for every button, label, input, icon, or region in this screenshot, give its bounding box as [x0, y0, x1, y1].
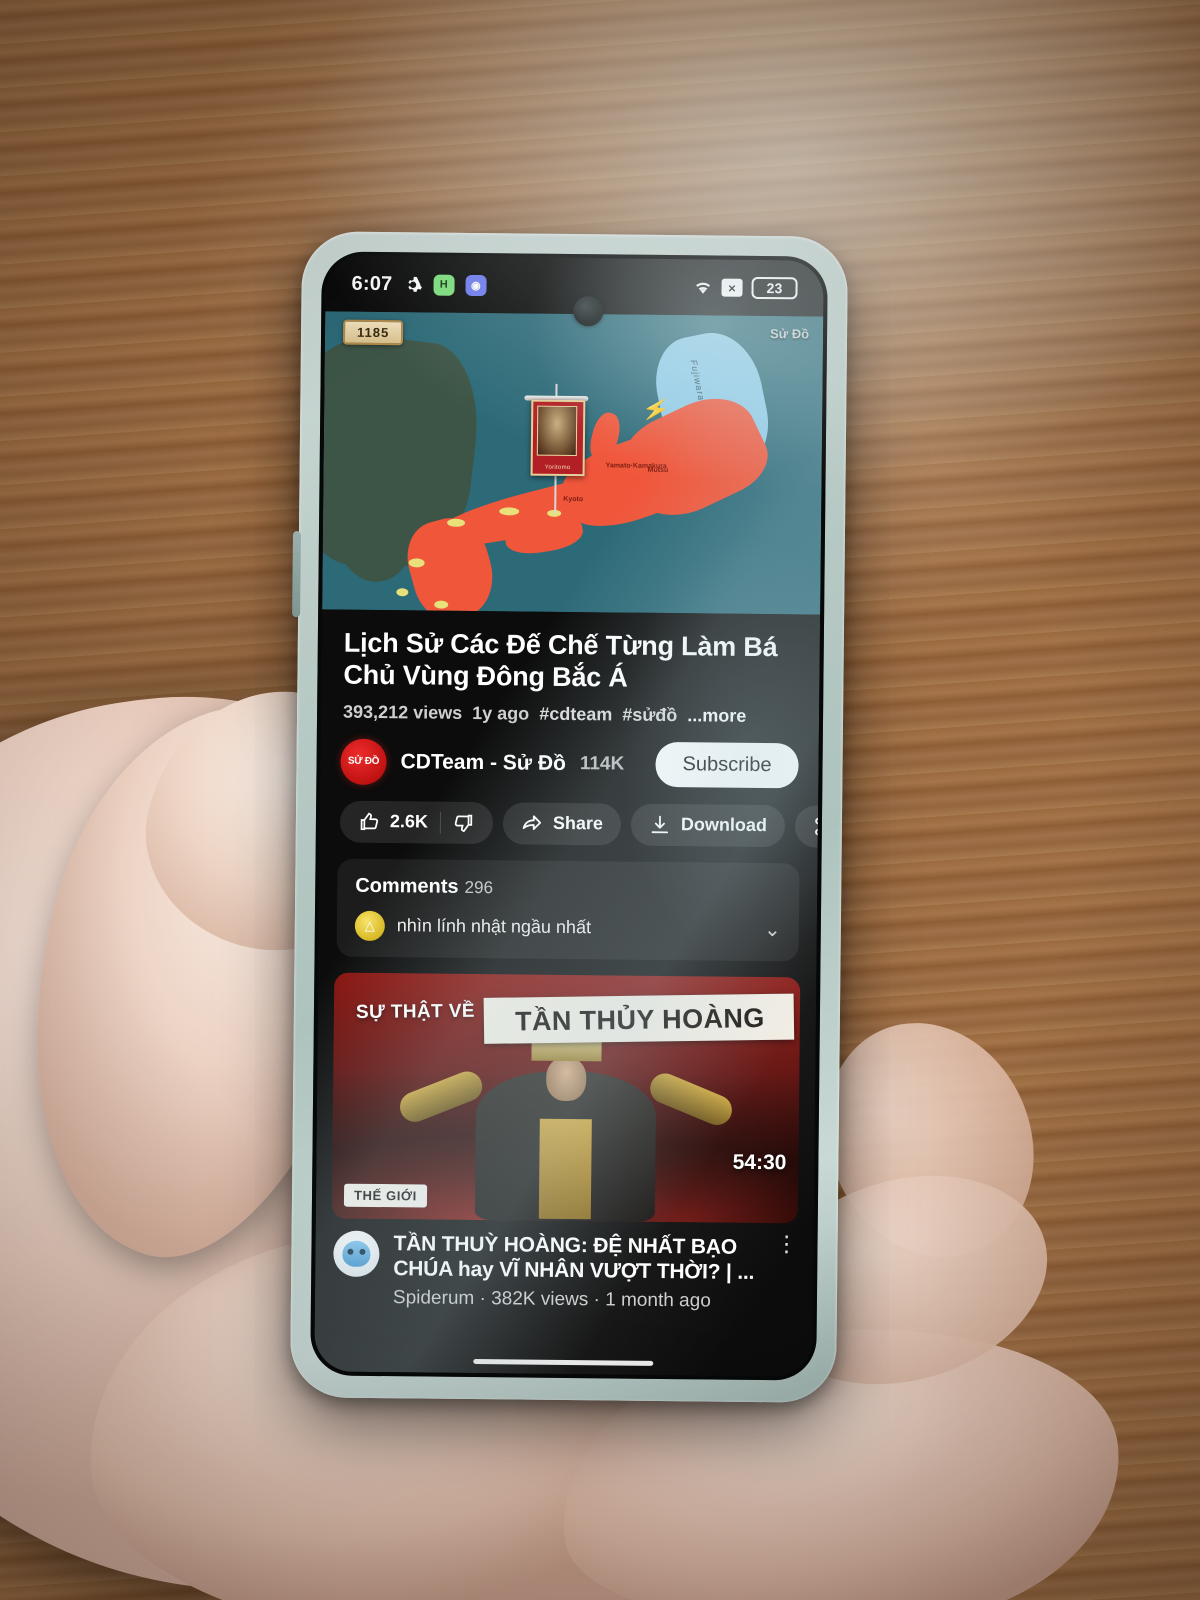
channel-row[interactable]: SỬ ĐỒ CDTeam - Sử Đồ 114K Subscribe: [320, 722, 819, 801]
video-meta-row[interactable]: 393,212 views 1y ago #cdteam #sửđồ ...mo…: [321, 691, 819, 727]
download-label: Download: [680, 814, 768, 836]
hashtag-sudo[interactable]: #sửđồ: [622, 704, 677, 725]
channel-name[interactable]: CDTeam - Sử Đồ: [400, 750, 566, 776]
thumbnail-category-badge: THẾ GIỚI: [343, 1183, 427, 1208]
channel-avatar-label: SỬ ĐỒ: [347, 755, 380, 767]
thumbnail-emperor-figure: [395, 1025, 737, 1222]
phone-screen: 6:07 H ◉ × 23 Fujiwara ⚡ Yamato·Kamakura…: [314, 255, 824, 1377]
comments-label: Comments: [355, 874, 459, 898]
video-details-panel: Lịch Sử Các Đế Chế Từng Làm Bá Chủ Vùng …: [314, 609, 821, 1377]
wifi-icon: [693, 278, 712, 297]
map-island-4: [499, 507, 520, 516]
share-arrow-icon: [521, 812, 543, 834]
map-label-3: Kyoto: [563, 495, 584, 504]
thumbs-down-icon[interactable]: [453, 812, 475, 834]
banner-flag: Yoritomo: [530, 399, 586, 477]
download-icon: [649, 814, 671, 836]
up-next-info[interactable]: TẦN THUỲ HOÀNG: ĐỆ NHẤT BẠO CHÚA hay VĨ …: [315, 1218, 814, 1314]
map-label-2: Mutsu: [647, 466, 669, 475]
app-green-icon: H: [433, 274, 455, 296]
video-thumbnail[interactable]: SỰ THẬT VỀ TẦN THỦY HOÀNG 54:30 THẾ GIỚI: [331, 972, 801, 1224]
more-vertical-icon[interactable]: ⋮: [769, 1231, 797, 1256]
upload-age: 1y ago: [472, 702, 530, 724]
mute-x-icon: ×: [721, 278, 743, 297]
emperor-sash: [538, 1118, 592, 1219]
status-clock: 6:07: [351, 272, 393, 295]
thumbs-up-icon[interactable]: [358, 811, 380, 833]
phone-side-button[interactable]: [292, 531, 301, 618]
view-count: 393,212 views: [342, 701, 463, 723]
front-camera-icon: [573, 296, 604, 327]
spiderum-avatar[interactable]: [333, 1230, 380, 1277]
hashtag-cdteam[interactable]: #cdteam: [539, 703, 612, 724]
like-dislike-pill[interactable]: 2.6K: [339, 800, 494, 844]
banner-name: Yoritomo: [544, 464, 571, 471]
up-next-video[interactable]: SỰ THẬT VỀ TẦN THỦY HOÀNG 54:30 THẾ GIỚI: [315, 972, 816, 1314]
clip-icon: [813, 815, 819, 837]
up-next-meta: Spiderum · 382K views · 1 month ago: [392, 1287, 711, 1312]
channel-avatar[interactable]: SỬ ĐỒ: [340, 738, 387, 785]
download-button[interactable]: Download: [630, 803, 786, 847]
pill-divider: [439, 811, 442, 834]
up-next-title[interactable]: TẦN THUỲ HOÀNG: ĐỆ NHẤT BẠO CHÚA hay VĨ …: [393, 1231, 756, 1285]
top-comment-row[interactable]: △ nhìn lính nhật ngầu nhất ⌄: [354, 910, 781, 944]
more-link[interactable]: ...more: [687, 705, 746, 726]
share-button[interactable]: Share: [502, 802, 622, 846]
photo-scene: 6:07 H ◉ × 23 Fujiwara ⚡ Yamato·Kamakura…: [0, 0, 1200, 1600]
subscribe-button[interactable]: Subscribe: [655, 742, 799, 789]
map-island-6: [434, 600, 449, 609]
gear-icon: [403, 275, 422, 294]
chevron-down-icon[interactable]: ⌄: [764, 917, 781, 942]
battle-bolt-icon: ⚡: [640, 394, 672, 425]
share-label: Share: [552, 813, 604, 834]
action-buttons-row[interactable]: 2.6K Share Download: [320, 796, 819, 848]
thumbnail-title-text: TẦN THỦY HOÀNG: [514, 1002, 765, 1036]
phone-bezel: 6:07 H ◉ × 23 Fujiwara ⚡ Yamato·Kamakura…: [310, 251, 828, 1381]
thumbnail-subtitle: SỰ THẬT VỀ: [355, 1000, 476, 1023]
map-island-1: [408, 558, 425, 568]
video-player[interactable]: Fujiwara ⚡ Yamato·Kamakura Mutsu Kyoto Y…: [322, 311, 824, 615]
channel-subscriber-count: 114K: [579, 752, 625, 775]
top-comment-text: nhìn lính nhật ngầu nhất: [396, 915, 592, 938]
video-duration: 54:30: [732, 1150, 787, 1175]
clip-button[interactable]: [794, 805, 819, 848]
emperor-face: [546, 1056, 587, 1101]
spiderum-mascot-icon: [342, 1240, 371, 1267]
comments-count: 296: [464, 877, 494, 897]
comments-header: Comments 296: [355, 874, 781, 901]
like-count: 2.6K: [389, 811, 429, 832]
app-blue-icon: ◉: [465, 274, 487, 296]
map-island-2: [396, 588, 409, 597]
channel-watermark: Sử Đồ: [769, 326, 810, 342]
comment-avatar: △: [354, 910, 386, 941]
map-island-3: [447, 518, 466, 527]
banner-portrait: [536, 405, 578, 457]
battery-indicator: 23: [751, 276, 798, 300]
video-title[interactable]: Lịch Sử Các Đế Chế Từng Làm Bá Chủ Vùng …: [321, 609, 820, 696]
comments-card[interactable]: Comments 296 △ nhìn lính nhật ngầu nhất ⌄: [336, 858, 800, 962]
year-scroll-label: 1185: [342, 319, 404, 346]
phone-device: 6:07 H ◉ × 23 Fujiwara ⚡ Yamato·Kamakura…: [289, 231, 849, 1403]
